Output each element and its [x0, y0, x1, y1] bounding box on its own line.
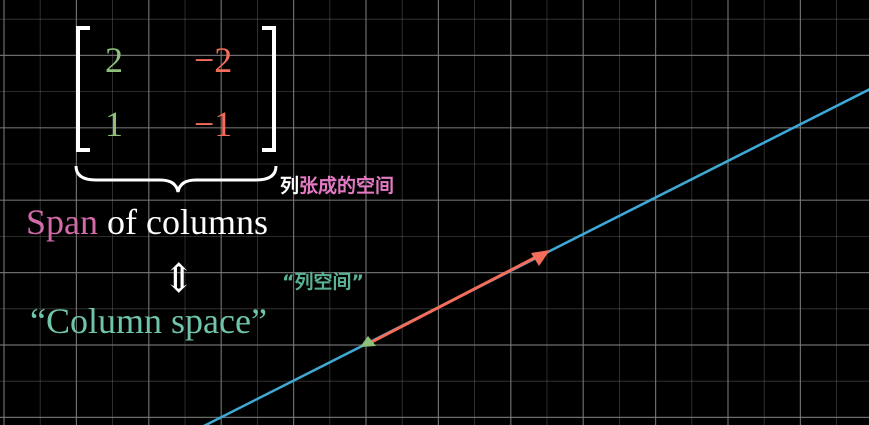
brace-label-column: 列	[280, 175, 299, 197]
equivalence-arrow: ⇕	[162, 256, 196, 301]
of-columns-words: of columns	[98, 202, 268, 242]
matrix-entry-r2c2: −1	[194, 104, 232, 144]
coordinate-plane: 2 −2 1 −1 列张成的空间 Span of columns ⇕ “列空间”…	[0, 0, 869, 425]
brace-label-span: 张成的空间	[299, 174, 394, 197]
column-space-scene: 2 −2 1 −1 列张成的空间 Span of columns ⇕ “列空间”…	[0, 0, 869, 425]
column-space-label: “Column space”	[30, 301, 267, 341]
matrix-entry-r2c1: 1	[105, 104, 123, 144]
matrix-entry-r1c2: −2	[194, 40, 232, 80]
brace-label-cn: 列张成的空间	[280, 174, 394, 197]
matrix: 2 −2 1 −1	[76, 26, 276, 152]
span-word: Span	[26, 202, 98, 242]
span-of-columns-text: Span of columns	[26, 202, 268, 242]
underbrace	[74, 165, 278, 193]
column-space-cn-label: “列空间”	[282, 270, 364, 293]
column-vector-shaft	[365, 254, 539, 347]
matrix-entry-r1c1: 2	[105, 40, 123, 80]
matrix-right-bracket	[262, 26, 276, 152]
matrix-left-bracket	[76, 26, 90, 152]
